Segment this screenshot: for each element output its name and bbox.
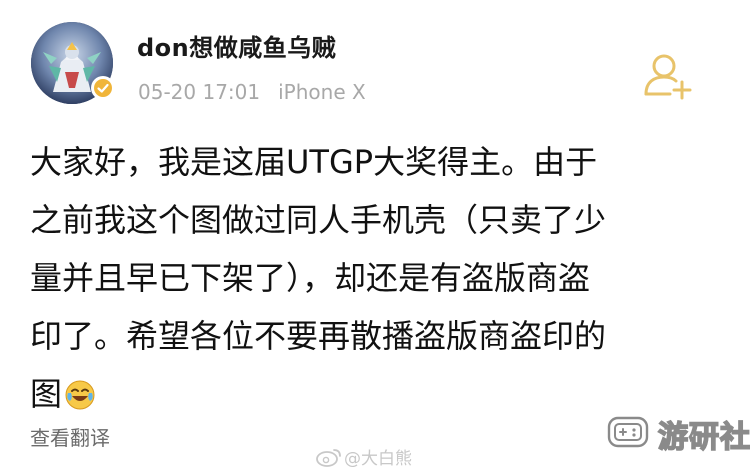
weibo-watermark-text: @大白熊 bbox=[344, 449, 412, 469]
site-watermark-text: 游研社 bbox=[657, 419, 750, 456]
weibo-watermark: @大白熊 bbox=[316, 444, 412, 472]
post-content: 大家好，我是这届UTGP大奖得主。由于 之前我这个图做过同人手机壳（只卖了少 量… bbox=[30, 133, 730, 423]
follow-button[interactable] bbox=[640, 50, 696, 102]
verified-badge-icon bbox=[91, 76, 115, 100]
post-content-line: 大家好，我是这届UTGP大奖得主。由于 bbox=[30, 143, 598, 181]
crying-laughing-emoji-icon bbox=[64, 371, 96, 410]
weibo-logo-icon bbox=[316, 447, 342, 472]
site-watermark: 游研社 bbox=[606, 408, 750, 460]
post-content-line: 图 bbox=[30, 375, 63, 413]
post-device: iPhone X bbox=[278, 80, 366, 104]
post-content-line: 量并且早已下架了），却还是有盗版商盗 bbox=[30, 259, 591, 297]
post-content-line: 印了。希望各位不要再散播盗版商盗印的 bbox=[30, 317, 607, 355]
avatar[interactable] bbox=[31, 22, 115, 104]
post-meta: 05-20 17:01 iPhone X bbox=[138, 80, 366, 104]
post-content-line: 之前我这个图做过同人手机壳（只卖了少 bbox=[30, 201, 607, 239]
add-user-icon bbox=[644, 54, 692, 100]
translate-link[interactable]: 查看翻译 bbox=[30, 422, 110, 451]
post-date: 05-20 17:01 bbox=[138, 80, 261, 104]
gamepad-logo-icon bbox=[606, 410, 650, 458]
weibo-post: don想做咸鱼乌贼 05-20 17:01 iPhone X 大家好，我是这届UT… bbox=[0, 0, 750, 476]
username[interactable]: don想做咸鱼乌贼 bbox=[137, 28, 336, 63]
